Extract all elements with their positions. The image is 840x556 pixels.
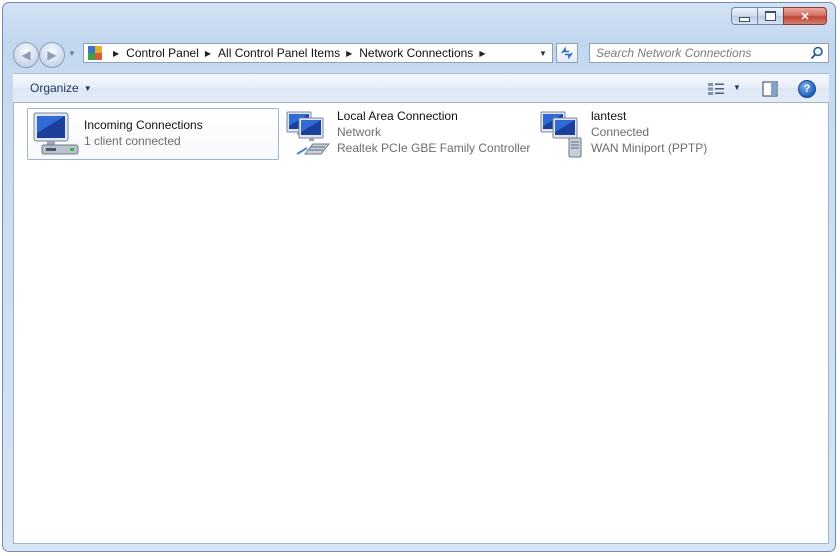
forward-button[interactable]: ▶ xyxy=(39,42,65,68)
back-arrow-icon: ◀ xyxy=(21,48,31,62)
connection-name: Local Area Connection xyxy=(337,109,458,123)
maximize-icon xyxy=(765,11,776,21)
search-input[interactable] xyxy=(590,44,806,62)
search-box xyxy=(589,43,829,63)
control-panel-icon xyxy=(87,45,103,61)
connection-item-lantest[interactable]: lantest Connected WAN Miniport (PPTP) xyxy=(535,108,785,158)
more-options-dropdown[interactable]: ▼ xyxy=(733,83,741,92)
recent-pages-dropdown[interactable]: ▼ xyxy=(68,49,76,58)
connections-pane: Incoming Connections 1 client connected xyxy=(13,103,829,544)
caption-buttons: ✕ xyxy=(731,7,827,27)
connection-name: lantest xyxy=(591,109,627,123)
connection-status: 1 client connected xyxy=(84,134,181,148)
chevron-down-icon: ▼ xyxy=(83,83,92,93)
breadcrumb-separator-icon[interactable]: ▶ xyxy=(346,49,352,58)
minimize-icon xyxy=(739,16,750,22)
connection-item-incoming[interactable]: Incoming Connections 1 client connected xyxy=(27,108,279,160)
close-button[interactable]: ✕ xyxy=(783,7,827,25)
connection-item-local-area[interactable]: Local Area Connection Network Realtek PC… xyxy=(281,108,531,158)
organize-label: Organize xyxy=(30,81,79,95)
back-button[interactable]: ◀ xyxy=(13,42,39,68)
help-button[interactable]: ? xyxy=(798,80,816,98)
connection-text: Incoming Connections 1 client connected xyxy=(84,117,203,149)
help-icon: ? xyxy=(803,83,811,95)
connection-device: WAN Miniport (PPTP) xyxy=(591,141,708,155)
preview-pane-icon[interactable] xyxy=(762,81,778,97)
connection-text: Local Area Connection Network Realtek PC… xyxy=(337,108,530,156)
address-bar[interactable]: ▶ Control Panel ▶ All Control Panel Item… xyxy=(83,43,553,63)
change-view-icon[interactable] xyxy=(707,81,725,97)
refresh-icon xyxy=(561,46,573,60)
vpn-connection-icon xyxy=(540,111,582,158)
search-icon[interactable] xyxy=(810,46,824,60)
explorer-window: ✕ ◀ ▶ ▼ ▶ Control Panel ▶ All Control Pa… xyxy=(2,2,836,552)
breadcrumb-separator-icon[interactable]: ▶ xyxy=(113,49,119,58)
connection-device: Realtek PCIe GBE Family Controller xyxy=(337,141,531,155)
refresh-button[interactable] xyxy=(556,43,578,63)
organize-button[interactable]: Organize ▼ xyxy=(30,81,92,95)
breadcrumb-network-connections[interactable]: Network Connections xyxy=(359,46,473,60)
minimize-button[interactable] xyxy=(731,7,757,25)
close-icon: ✕ xyxy=(800,10,810,23)
breadcrumb-separator-icon[interactable]: ▶ xyxy=(205,49,211,58)
address-history-dropdown[interactable]: ▼ xyxy=(534,44,552,62)
navigation-bar: ◀ ▶ ▼ ▶ Control Panel ▶ All Control Pane… xyxy=(13,40,829,68)
forward-arrow-icon: ▶ xyxy=(47,48,57,62)
breadcrumb-all-items[interactable]: All Control Panel Items xyxy=(218,46,340,60)
breadcrumb-separator-icon[interactable]: ▶ xyxy=(479,49,485,58)
connection-status: Connected xyxy=(591,125,650,139)
connection-network: Network xyxy=(337,125,382,139)
command-bar: Organize ▼ ▼ ? xyxy=(13,73,829,103)
connection-text: lantest Connected WAN Miniport (PPTP) xyxy=(591,108,707,156)
connection-name: Incoming Connections xyxy=(84,118,203,132)
lan-connection-icon xyxy=(286,111,331,155)
maximize-button[interactable] xyxy=(757,7,783,25)
breadcrumb-control-panel[interactable]: Control Panel xyxy=(126,46,199,60)
incoming-connection-icon xyxy=(33,112,79,155)
